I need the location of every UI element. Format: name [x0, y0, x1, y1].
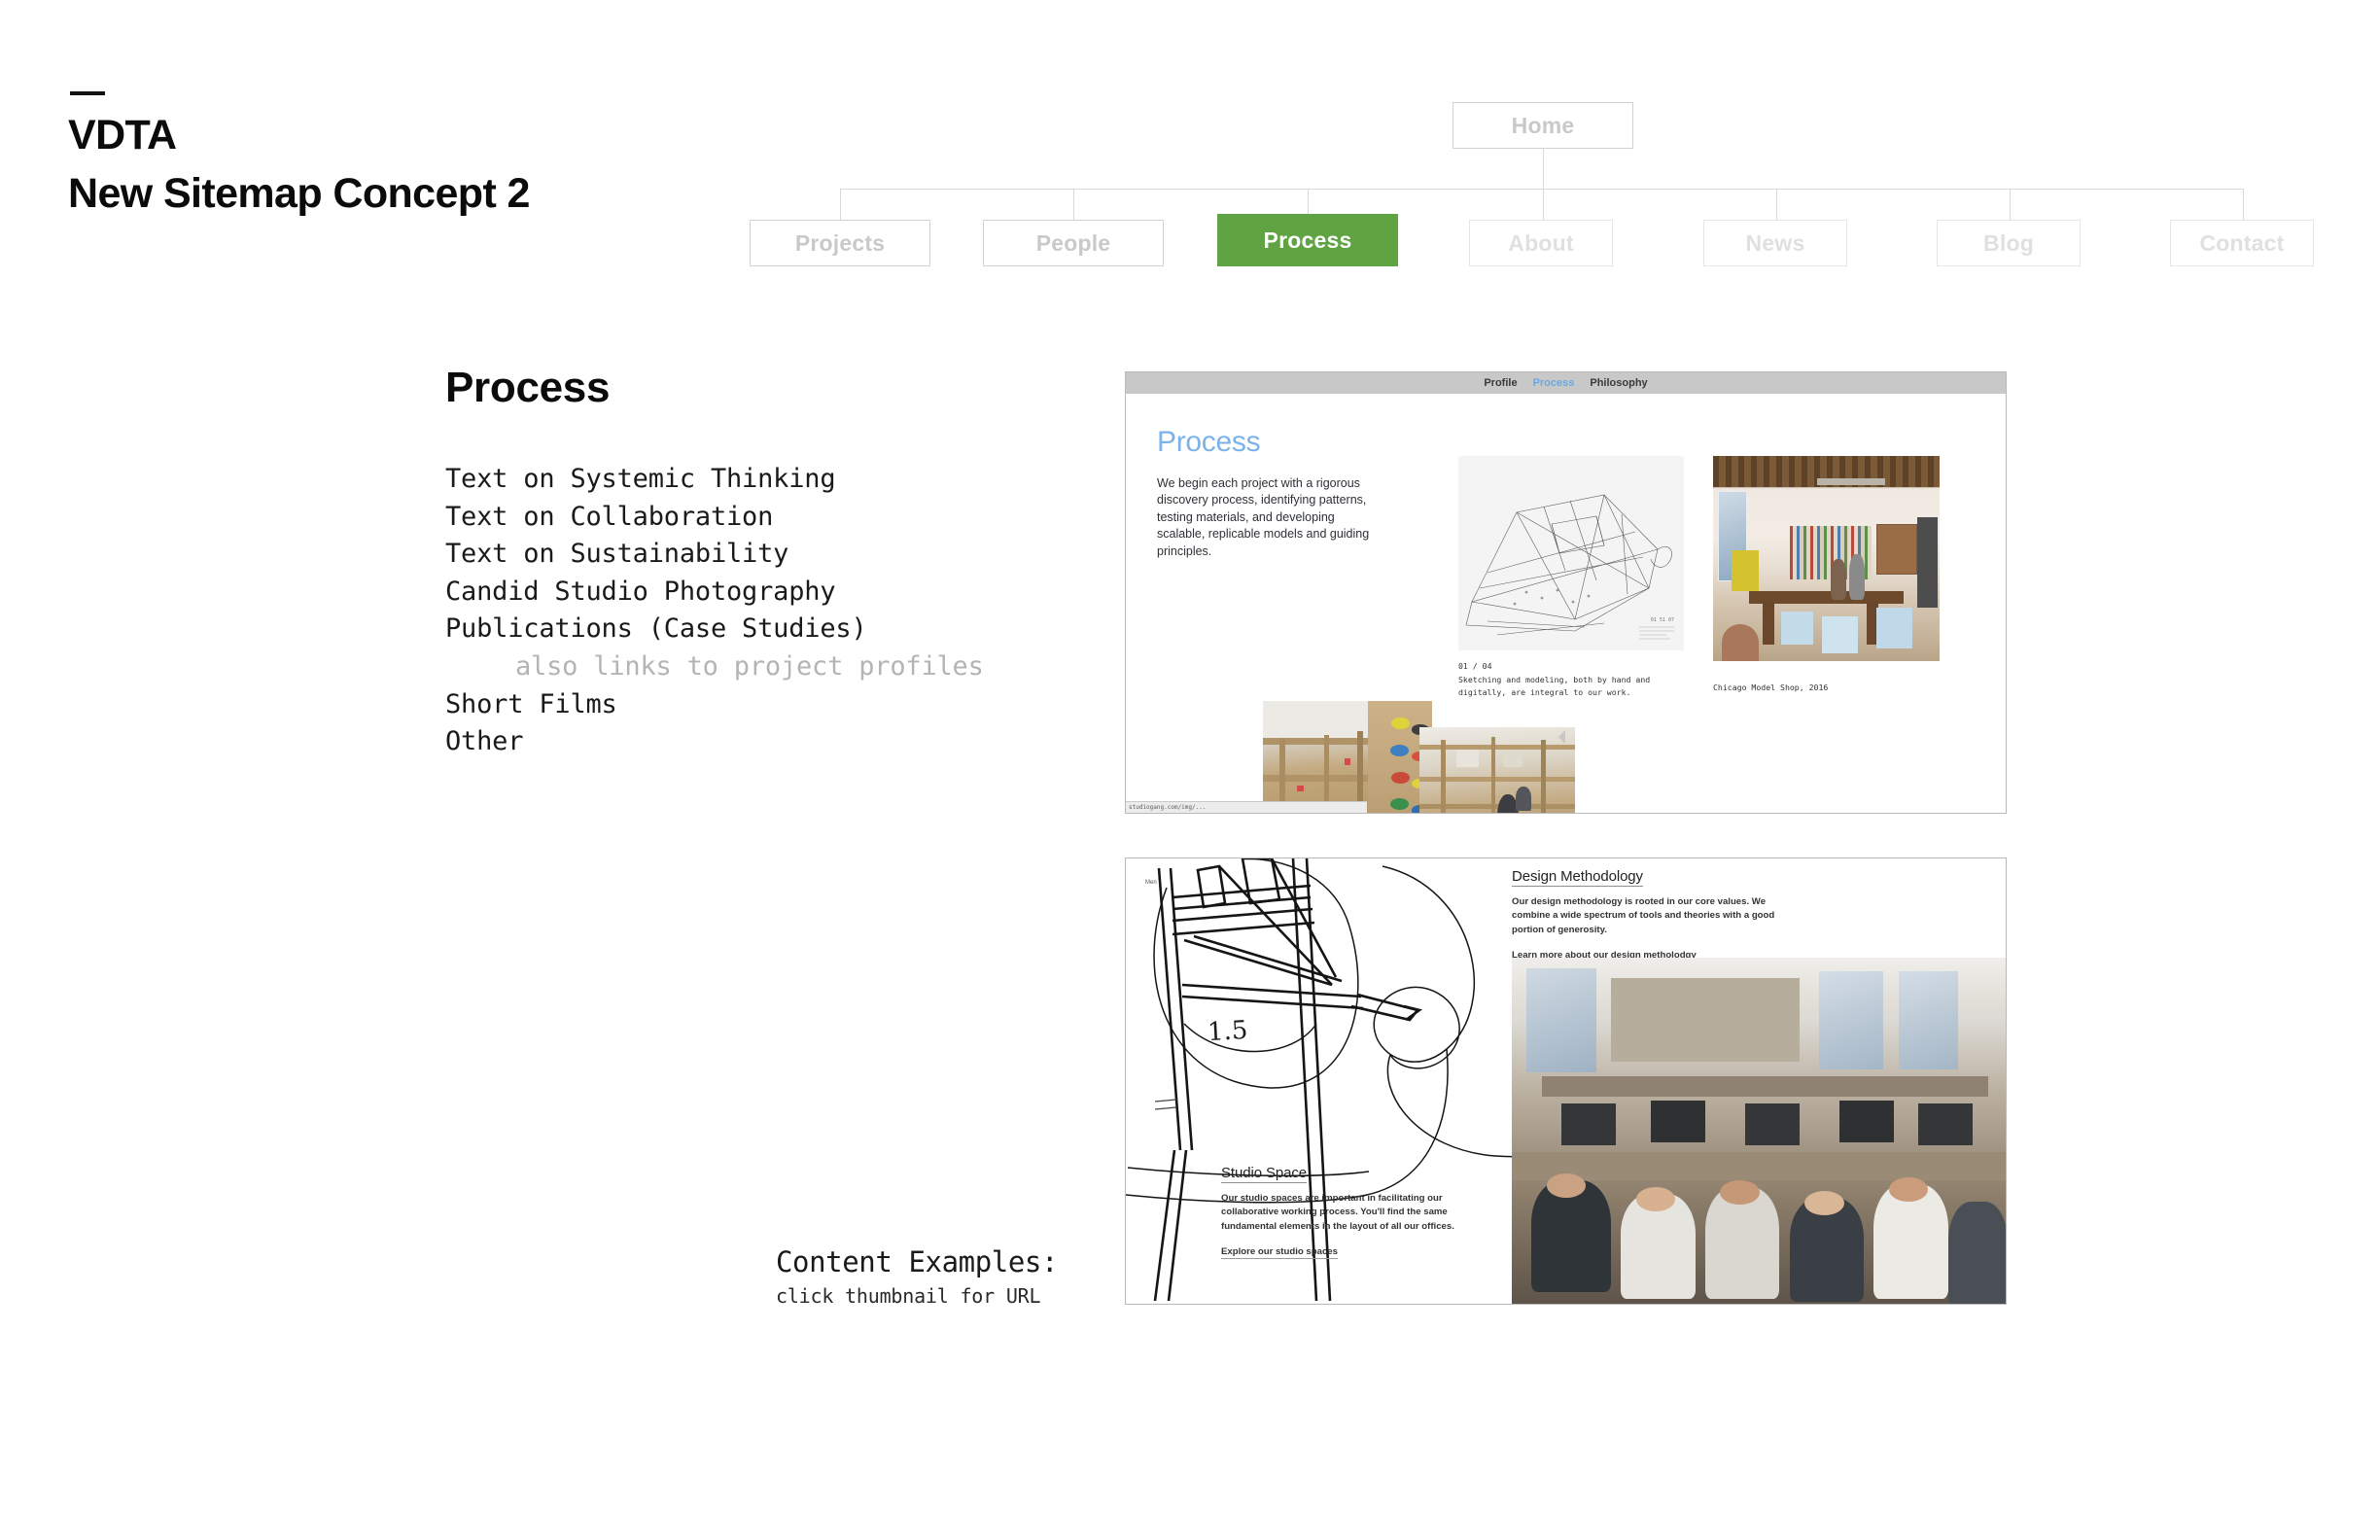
studio-photo-image	[1713, 456, 1940, 661]
thumbnail-body-text: We begin each project with a rigorous di…	[1157, 476, 1370, 558]
sitemap-node-people[interactable]: People	[983, 220, 1164, 266]
connector-drop-about	[1543, 189, 1544, 221]
nav-item-process[interactable]: Process	[1533, 377, 1575, 389]
thumbnail-nav: Profile Process Philosophy	[1126, 372, 2006, 394]
sitemap-node-about[interactable]: About	[1469, 220, 1613, 266]
connector-home-vertical	[1543, 149, 1544, 190]
sitemap-node-label: Projects	[794, 229, 886, 256]
content-examples-title: Content Examples:	[776, 1245, 1059, 1278]
content-item-list: Text on Systemic Thinking Text on Collab…	[445, 461, 984, 761]
slide-footer: M–O Media Objectives VDTA Web Redesign -…	[0, 1423, 2380, 1540]
thumbnail-process-page[interactable]: Profile Process Philosophy Process We be…	[1125, 371, 2007, 814]
sitemap-node-projects[interactable]: Projects	[750, 220, 930, 266]
office-photo-image	[1512, 958, 2006, 1304]
list-item: Publications (Case Studies)	[445, 613, 867, 645]
sketch-credit: 01 51 07	[1650, 617, 1674, 623]
methodology-heading: Design Methodology	[1512, 868, 1643, 887]
thumbnail-heading: Process	[1157, 426, 1261, 458]
sitemap-node-label: Home	[1511, 112, 1575, 138]
connector-drop-projects	[840, 189, 841, 221]
list-item: Other	[445, 726, 524, 757]
sitemap-node-label: News	[1745, 229, 1805, 256]
nav-item-philosophy[interactable]: Philosophy	[1590, 377, 1647, 389]
sitemap-node-contact[interactable]: Contact	[2170, 220, 2314, 266]
studio-body: Our studio spaces are important in facil…	[1221, 1193, 1454, 1232]
sitemap-diagram: Home Projects People Process About News	[0, 0, 2380, 292]
sitemap-node-label: People	[1035, 229, 1111, 256]
sitemap-node-home[interactable]: Home	[1452, 102, 1633, 149]
connector-horizontal-bus	[840, 189, 2243, 190]
studio-heading: Studio Space	[1221, 1165, 1308, 1183]
sketch-number: 01 / 04	[1458, 661, 1492, 671]
shop-photo-image	[1263, 701, 1432, 813]
sitemap-node-label: Contact	[2199, 229, 2285, 256]
sketch-caption: 01 / 04 Sketching and modeling, both by …	[1458, 660, 1692, 698]
sitemap-node-label: Blog	[1983, 229, 2034, 256]
browser-status-url: studiogang.com/img/...	[1126, 801, 1367, 813]
content-examples-label: Content Examples: click thumbnail for UR…	[776, 1245, 1058, 1308]
list-item: Text on Sustainability	[445, 539, 789, 570]
sketch-annotation-number: 1.5	[1207, 1015, 1249, 1048]
connector-drop-people	[1073, 189, 1074, 221]
sketch-annotation-label: Men	[1145, 880, 1157, 886]
design-methodology-block: Design Methodology Our design methodolog…	[1512, 868, 1998, 963]
list-item: Candid Studio Photography	[445, 576, 836, 607]
connector-drop-contact	[2243, 189, 2244, 221]
list-item: Text on Systemic Thinking	[445, 464, 836, 494]
methodology-body: Our design methodology is rooted in our …	[1512, 896, 1775, 935]
photo-caption: Chicago Model Shop, 2016	[1713, 682, 1829, 692]
sitemap-node-process[interactable]: Process	[1217, 214, 1398, 266]
connector-drop-blog	[2010, 189, 2011, 221]
sitemap-node-news[interactable]: News	[1703, 220, 1847, 266]
section-heading: Process	[445, 364, 611, 411]
studio-link[interactable]: Explore our studio spaces	[1221, 1246, 1338, 1260]
sitemap-node-label: About	[1508, 229, 1574, 256]
list-item: Text on Collaboration	[445, 501, 774, 532]
slide-canvas: VDTA New Sitemap Concept 2 Home Projects…	[0, 0, 2380, 1540]
list-item-subnote: also links to project profiles	[515, 650, 984, 682]
studio-space-block: Studio Space Our studio spaces are impor…	[1221, 1165, 1513, 1260]
sitemap-node-blog[interactable]: Blog	[1937, 220, 2081, 266]
sketch-caption-text: Sketching and modeling, both by hand and…	[1458, 675, 1651, 697]
list-item: Short Films	[445, 688, 617, 719]
architecture-sketch-image: 01 51 07	[1458, 456, 1684, 650]
video-player-thumbnail[interactable]: 00:04 HD ⠿	[1419, 727, 1575, 813]
connector-drop-process	[1308, 189, 1309, 215]
thumbnail-methodology-page[interactable]: Men 1.5 Design Methodology Our design me…	[1125, 858, 2007, 1305]
content-examples-hint: click thumbnail for URL	[776, 1284, 1041, 1308]
connector-drop-news	[1776, 189, 1777, 221]
video-corner-badge	[1558, 729, 1573, 745]
sitemap-node-label: Process	[1263, 227, 1352, 253]
nav-item-profile[interactable]: Profile	[1484, 377, 1517, 389]
